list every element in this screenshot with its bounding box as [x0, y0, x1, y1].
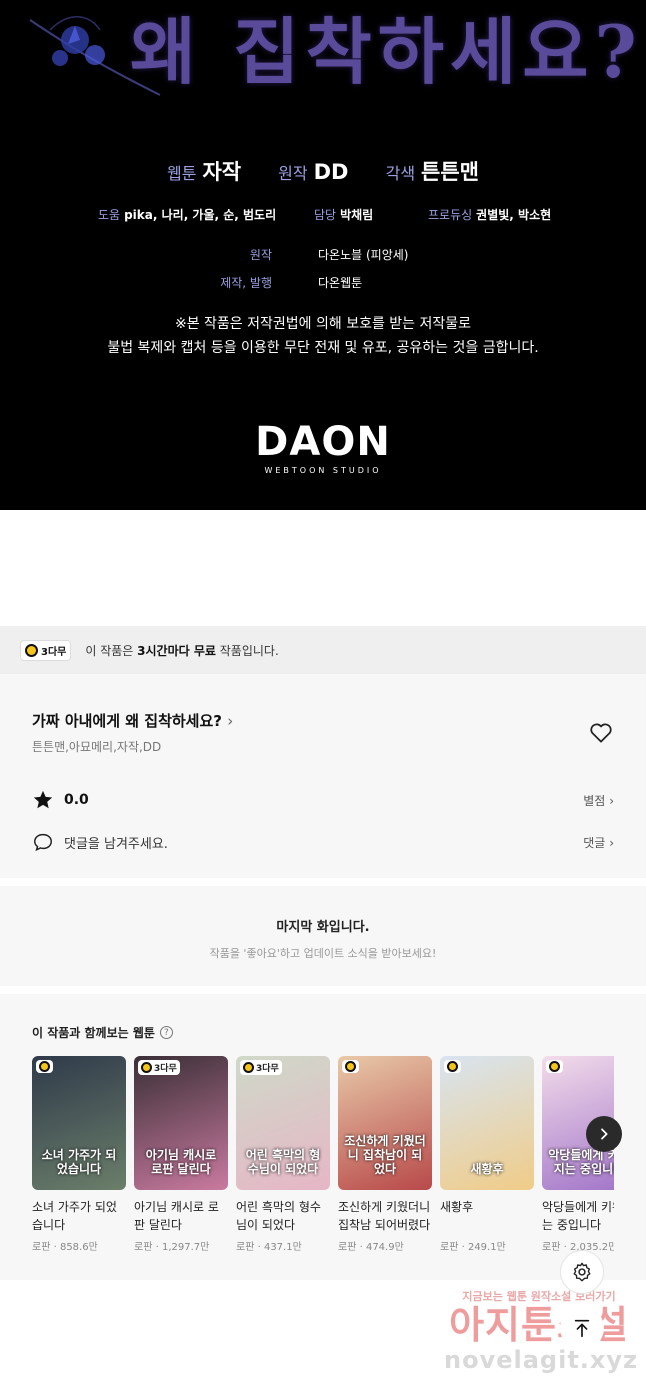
clock-icon: [549, 1061, 560, 1072]
carousel-next-button[interactable]: [586, 1116, 622, 1152]
credit-main-row: 웹툰 자작 원작 DD 각색 튼튼맨: [0, 156, 646, 186]
speech-bubble-icon: [34, 833, 52, 852]
clock-icon: [447, 1061, 458, 1072]
credit-webtoon: 웹툰 자작: [166, 160, 242, 184]
recommendation-meta: 로판 · 858.6만: [32, 1242, 98, 1253]
recommendation-title[interactable]: 소녀 가주가 되었습니다: [32, 1198, 126, 1234]
comment-prompt[interactable]: 댓글을 남겨주세요.: [64, 833, 168, 852]
credit-producer: 프로듀싱 권별빛, 박소현: [428, 208, 552, 222]
recommendations-heading: 이 작품과 함께보는 웹툰 ?: [32, 1024, 173, 1041]
recommendation-meta: 로판 · 437.1만: [236, 1242, 302, 1253]
scroll-top-button[interactable]: [560, 1306, 604, 1350]
rating-row: 0.0 별점 ›: [32, 788, 614, 812]
cover-title-art: 조신하게 키웠더니 집착남이 되었다: [344, 1134, 426, 1176]
recommendation-cover[interactable]: 소녀 가주가 되었습니다: [32, 1056, 126, 1190]
recommendation-title[interactable]: 새황후: [440, 1198, 534, 1234]
comment-link[interactable]: 댓글 ›: [583, 834, 614, 851]
watermark: 지금보는 웹툰 원작소설 보러가기 아지툰소설 novelagit.xyz: [444, 1290, 639, 1374]
series-authors: 튼튼맨,아묘메리,자작,DD: [32, 740, 162, 754]
clock-icon: [39, 1061, 50, 1072]
recommendation-title[interactable]: 악당들에게 키워지는 중입니다: [542, 1198, 614, 1234]
wait-free-badge: 3다무: [20, 639, 72, 661]
recommendation-card[interactable]: 3다무 어린 흑막의 형수님이 되었다 어린 흑막의 형수님이 되었다 로판 · 43…: [236, 1056, 330, 1253]
copyright-notice: ※본 작품은 저작권법에 의해 보호를 받는 저작물로 불법 복제와 캡처 등을…: [107, 316, 539, 356]
wait-free-badge: 3다무: [240, 1060, 282, 1075]
series-info: 가짜 아내에게 왜 집착하세요? › 튼튼맨,아묘메리,자작,DD 0.0 별점…: [0, 674, 646, 878]
cover-title-art: 아기님 캐시로 로판 달린다: [145, 1148, 217, 1176]
cover-title-art: 악당들에게 키워지는 중입니다: [548, 1148, 614, 1176]
chevron-right-icon: ›: [227, 712, 234, 730]
wait-free-badge: [36, 1060, 53, 1073]
rating-link[interactable]: 별점 ›: [583, 792, 614, 809]
recommendation-title[interactable]: 어린 흑막의 형수님이 되었다: [236, 1198, 330, 1234]
cover-title-art: 새황후: [470, 1162, 504, 1176]
recommendation-card[interactable]: 3다무 아기님 캐시로 로판 달린다 아기님 캐시로 로판 달린다 로판 · 1,29…: [134, 1056, 228, 1253]
recommendation-title[interactable]: 조신하게 키웠더니 집착남 되어버렸다: [338, 1198, 432, 1234]
last-episode-title: 마지막 화입니다.: [276, 920, 370, 935]
star-icon: [33, 790, 53, 809]
credit-assist: 도움 pika, 나리, 가울, 순, 범도리: [98, 208, 277, 222]
clock-icon: [243, 1062, 254, 1073]
free-notice-bar: 3다무 이 작품은 3시간마다 무료 작품입니다.: [0, 626, 646, 674]
recommendations: 이 작품과 함께보는 웹툰 ? 소녀 가주가 되었습니다 소녀 가주가 되었습니다…: [0, 994, 646, 1280]
wait-free-badge: 3다무: [138, 1060, 180, 1075]
credit-adaptation: 각색 튼튼맨: [385, 160, 480, 184]
arrow-up-icon: [574, 1319, 590, 1338]
settings-button[interactable]: [560, 1250, 604, 1294]
cover-title-art: 어린 흑막의 형수님이 되었다: [245, 1148, 321, 1176]
recommendation-card[interactable]: 조신하게 키웠더니 집착남이 되었다조신하게 키웠더니 집착남 되어버렸다로판 …: [338, 1056, 432, 1253]
credit-original: 원작 DD: [278, 160, 349, 184]
recommendation-card[interactable]: 소녀 가주가 되었습니다 소녀 가주가 되었습니다 로판 · 858.6만: [32, 1056, 126, 1253]
recommendation-meta: 로판 · 249.1만: [440, 1242, 506, 1253]
rating-value: 0.0: [64, 792, 89, 808]
wait-free-badge: [342, 1060, 359, 1073]
help-icon[interactable]: ?: [159, 1026, 173, 1039]
credit-manager: 담당 박채림: [314, 208, 374, 222]
comment-row[interactable]: 댓글을 남겨주세요. 댓글 ›: [32, 830, 614, 854]
clock-icon: [141, 1062, 152, 1073]
studio-logo: DAON WEBTOON STUDIO: [255, 419, 391, 475]
recommendation-cover[interactable]: 3다무어린 흑막의 형수님이 되었다: [236, 1056, 330, 1190]
wait-free-badge: [444, 1060, 461, 1073]
recommendation-card[interactable]: 새황후 새황후 로판 · 249.1만: [440, 1056, 534, 1253]
wait-free-badge: [546, 1060, 563, 1073]
title-art: 왜 집착하세요?: [130, 9, 643, 94]
recommendation-cover[interactable]: 3다무아기님 캐시로 로판 달린다: [134, 1056, 228, 1190]
series-title-link[interactable]: 가짜 아내에게 왜 집착하세요? ›: [32, 710, 233, 731]
recommendation-meta: 로판 · 1,297.7만: [134, 1242, 210, 1253]
recommendation-carousel: 소녀 가주가 되었습니다 소녀 가주가 되었습니다 로판 · 858.6만 3다무 아기…: [32, 1056, 614, 1266]
gear-icon: [573, 1262, 591, 1282]
recommendation-card[interactable]: 악당들에게 키워지는 중입니다악당들에게 키워지는 중입니다로판 · 2,035…: [542, 1056, 614, 1253]
chevron-right-icon: [601, 1128, 608, 1140]
last-episode-subtitle: 작품을 '좋아요'하고 업데이트 소식을 받아보세요!: [209, 947, 437, 960]
free-notice-text: 이 작품은 3시간마다 무료 작품입니다.: [85, 643, 279, 658]
recommendation-title[interactable]: 아기님 캐시로 로판 달린다: [134, 1198, 228, 1234]
heart-icon[interactable]: [588, 720, 614, 746]
last-episode-notice: 마지막 화입니다. 작품을 '좋아요'하고 업데이트 소식을 받아보세요!: [0, 886, 646, 986]
recommendation-meta: 로판 · 474.9만: [338, 1242, 404, 1253]
recommendation-cover[interactable]: 조신하게 키웠더니 집착남이 되었다: [338, 1056, 432, 1190]
clock-icon: [345, 1061, 356, 1072]
recommendation-cover[interactable]: 새황후: [440, 1056, 534, 1190]
clock-icon: [25, 643, 38, 657]
credits-banner: 왜 집착하세요? 웹툰 자작 원작 DD 각색 튼튼맨 도움 pika, 나리, 가울,…: [0, 0, 646, 510]
chevron-right-icon: ›: [609, 835, 614, 850]
cover-title-art: 소녀 가주가 되었습니다: [41, 1148, 117, 1176]
chevron-right-icon: ›: [609, 793, 614, 808]
